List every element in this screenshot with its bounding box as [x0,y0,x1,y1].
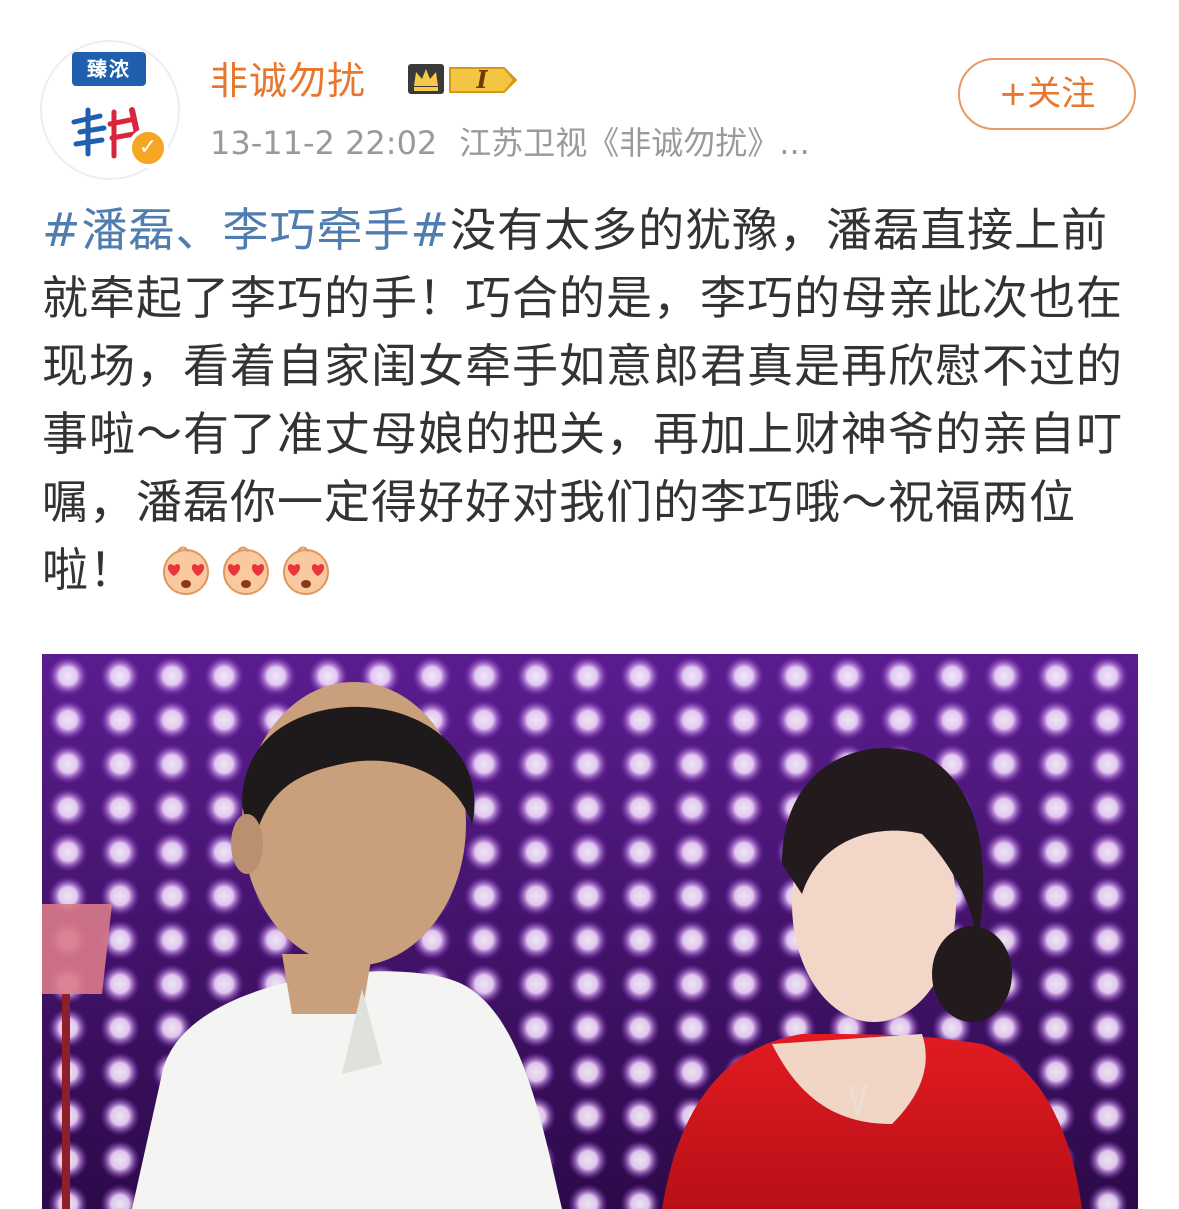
heart-eyes-emoji-icon [162,546,209,595]
crown-icon [408,64,444,94]
level-label: I [476,65,488,94]
account-name[interactable]: 非诚勿扰 [210,50,366,105]
verified-icon: ✓ [128,128,168,168]
heart-eyes-emoji-icon [282,546,329,595]
follow-button[interactable]: +关注 [958,58,1136,130]
post-source: 江苏卫视《非诚勿扰》... [459,124,810,162]
post-meta: 13-11-2 22:02 江苏卫视《非诚勿扰》... [210,118,810,164]
heart-eyes-emoji-icon [222,546,269,595]
post-timestamp: 13-11-2 22:02 [210,124,438,162]
emoji-group [136,543,332,597]
post-photo-image [42,654,1138,1209]
avatar-brand-text: 臻浓 [72,52,146,86]
post-body: 没有太多的犹豫，潘磊直接上前就牵起了李巧的手！巧合的是，李巧的母亲此次也在现场，… [42,203,1123,597]
hashtag-link[interactable]: #潘磊、李巧牵手# [42,203,450,257]
post-text: #潘磊、李巧牵手#没有太多的犹豫，潘磊直接上前就牵起了李巧的手！巧合的是，李巧的… [42,196,1142,604]
post-photo[interactable] [42,654,1138,1209]
